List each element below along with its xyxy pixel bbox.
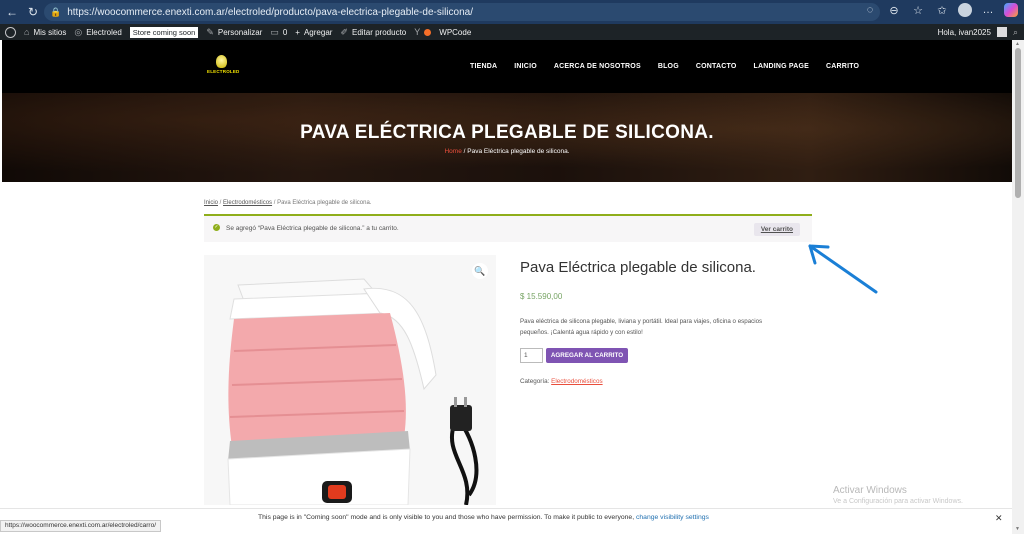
notice-message: Se agregó “Pava Eléctrica plegable de si… [226,225,399,232]
wp-admin-bar: ⌂ Mis sitios ◎ Electroled Store coming s… [0,24,1024,40]
product-image[interactable]: 🔍 [204,255,496,505]
more-menu-icon[interactable]: … [980,4,996,16]
admin-yoast[interactable]: Y [414,27,432,37]
product-price: $ 15.590,00 [520,292,563,301]
url-text: https://woocommerce.enexti.com.ar/electr… [67,6,473,18]
windows-activation-title: Activar Windows [833,485,907,496]
site-header: ELECTROLED TIENDA INICIO ACERCA DE NOSOT… [2,40,1012,93]
cart-notice: ✓ Se agregó “Pava Eléctrica plegable de … [204,214,812,242]
kettle-illustration [204,255,496,505]
scroll-down-icon[interactable]: ▼ [1015,526,1020,532]
annotation-arrow-icon [808,244,878,294]
main-navigation: TIENDA INICIO ACERCA DE NOSOTROS BLOG CO… [470,40,876,93]
address-bar[interactable]: 🔒 https://woocommerce.enexti.com.ar/elec… [44,3,880,21]
view-cart-button[interactable]: Ver carrito [753,223,800,236]
admin-greeting[interactable]: Hola, ivan2025 [938,28,991,37]
crumb-home[interactable]: Inicio [204,200,218,206]
product-description: Pava eléctrica de silicona plegable, liv… [520,318,763,336]
check-icon: ✓ [213,224,220,231]
wordpress-logo-icon[interactable] [5,26,16,38]
page-scrollbar[interactable]: ▲ ▼ [1012,40,1024,534]
plus-icon: + [295,27,300,37]
admin-my-sites[interactable]: ⌂ Mis sitios [24,27,66,37]
zoom-icon[interactable]: ⊖ [886,4,902,17]
logo-text: ELECTROLED [207,69,240,74]
admin-account: Hola, ivan2025 ⌕ [938,27,1018,38]
yoast-icon: Y [414,27,421,37]
admin-wpcode[interactable]: WPCode [439,28,471,37]
status-url: https://woocommerce.enexti.com.ar/electr… [0,520,162,532]
nav-landing[interactable]: LANDING PAGE [753,63,809,70]
tracking-icon[interactable]: ◌ [862,4,878,16]
product-category-link[interactable]: Electrodomésticos [551,378,602,385]
admin-avatar[interactable] [996,27,1007,37]
status-dot-icon [424,28,432,36]
favorites-icon[interactable]: ✩ [934,4,950,17]
quantity-input[interactable]: 1 [520,348,543,363]
lock-icon: 🔒 [50,6,62,17]
dashboard-icon: ◎ [74,26,83,37]
product-category: Categoría: Electrodomésticos [520,378,603,385]
zoom-icon[interactable]: 🔍 [472,263,488,279]
sites-icon: ⌂ [24,27,30,37]
scroll-up-icon[interactable]: ▲ [1015,41,1020,47]
windows-activation-subtitle: Ve a Configuración para activar Windows. [833,498,963,505]
breadcrumb: Inicio / Electrodomésticos / Pava Eléctr… [204,200,372,206]
reload-icon[interactable]: ↻ [24,3,42,21]
admin-edit-product[interactable]: ✐ Editar producto [340,27,406,38]
browser-actions: ◌ ⊖ ☆ ✩ … [862,3,1018,17]
close-icon[interactable]: ✕ [995,513,1003,524]
favorite-star-icon[interactable]: ☆ [910,4,926,17]
back-arrow-icon[interactable]: ← [3,3,21,21]
profile-avatar[interactable] [958,3,972,17]
nav-carrito[interactable]: CARRITO [826,63,859,70]
store-coming-soon-badge[interactable]: Store coming soon [129,26,199,38]
hero-crumb-home[interactable]: Home [444,148,461,155]
page-hero: PAVA ELÉCTRICA PLEGABLE DE SILICONA. Hom… [2,93,1012,182]
hero-crumb-current: Pava Eléctrica plegable de silicona. [467,148,570,155]
hero-breadcrumb: Home / Pava Eléctrica plegable de silico… [444,148,570,155]
comment-icon: ▭ [270,26,279,37]
site-logo[interactable]: ELECTROLED [207,55,240,77]
crumb-category[interactable]: Electrodomésticos [223,200,272,206]
pencil-icon: ✐ [340,26,348,37]
admin-add-new[interactable]: + Agregar [295,28,332,37]
copilot-icon[interactable] [1004,3,1018,17]
nav-blog[interactable]: BLOG [658,63,679,70]
nav-acerca[interactable]: ACERCA DE NOSOTROS [554,63,641,70]
brush-icon: ✎ [206,26,214,37]
visibility-settings-link[interactable]: change visibility settings [636,514,709,521]
nav-contacto[interactable]: CONTACTO [696,63,737,70]
scroll-thumb[interactable] [1015,48,1021,198]
admin-search-icon[interactable]: ⌕ [1013,27,1018,38]
bulb-icon [216,55,227,68]
admin-site-name[interactable]: ◎ Electroled [74,27,121,38]
product-title: Pava Eléctrica plegable de silicona. [520,259,756,276]
hero-title: PAVA ELÉCTRICA PLEGABLE DE SILICONA. [300,122,714,143]
nav-tienda[interactable]: TIENDA [470,63,497,70]
admin-comments[interactable]: ▭ 0 [270,27,287,38]
nav-inicio[interactable]: INICIO [514,63,537,70]
coming-soon-message: This page is in "Coming soon" mode and i… [258,514,709,521]
add-to-cart-button[interactable]: AGREGAR AL CARRITO [546,348,628,363]
crumb-current: Pava Eléctrica plegable de silicona. [277,200,372,206]
admin-customize[interactable]: ✎ Personalizar [206,27,262,38]
browser-toolbar: ← ↻ 🔒 https://woocommerce.enexti.com.ar/… [0,0,1024,24]
